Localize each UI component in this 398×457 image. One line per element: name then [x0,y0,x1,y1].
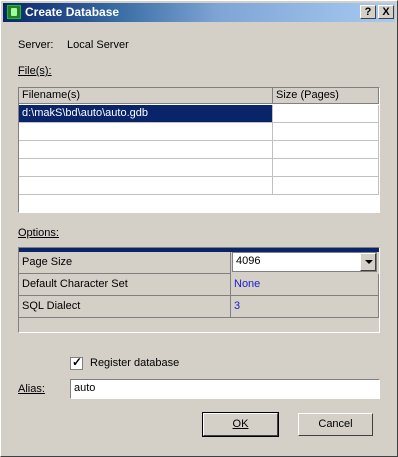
alias-input[interactable]: auto [70,379,380,399]
close-button[interactable]: X [378,5,394,19]
options-label: Options: [18,227,59,239]
files-grid[interactable]: Filename(s) Size (Pages) d:\makS\bd\auto… [18,87,380,213]
server-label: Server: [18,39,54,51]
register-checkbox[interactable] [70,355,83,370]
option-name-page-size: Page Size [19,252,231,274]
cancel-button[interactable]: Cancel [298,413,373,436]
file-row-size[interactable] [273,105,379,123]
alias-label: Alias: [18,383,45,395]
file-row-filename[interactable] [19,159,273,177]
file-row-filename[interactable]: d:\makS\bd\auto\auto.gdb [19,105,273,123]
option-value-dialect[interactable]: 3 [231,296,379,318]
app-icon [7,5,21,19]
file-row-size[interactable] [273,123,379,141]
file-row-size[interactable] [273,141,379,159]
file-row-filename[interactable] [19,123,273,141]
help-button[interactable]: ? [360,5,376,19]
option-value-charset[interactable]: None [231,274,379,296]
ok-button-label: OK [232,418,249,430]
col-filename-header[interactable]: Filename(s) [19,88,273,104]
register-label[interactable]: Register database [90,357,179,369]
ok-button[interactable]: OK [202,412,279,437]
create-database-dialog: Create Database ? X Server: Local Server… [0,0,398,457]
window-title: Create Database [25,5,120,19]
server-value: Local Server [67,39,129,51]
file-row-filename[interactable] [19,177,273,195]
options-grid[interactable]: Page Size 4096 Default Character Set Non… [18,247,380,333]
title-bar: Create Database ? X [3,3,395,22]
file-row-size[interactable] [273,177,379,195]
col-size-header[interactable]: Size (Pages) [273,88,379,104]
option-name-dialect: SQL Dialect [19,296,231,318]
file-row-size[interactable] [273,159,379,177]
page-size-value: 4096 [236,255,261,267]
cancel-button-label: Cancel [318,418,353,430]
files-label: File(s): [18,65,52,77]
option-name-charset: Default Character Set [19,274,231,296]
chevron-down-icon[interactable] [360,253,376,271]
file-row-filename[interactable] [19,141,273,159]
page-size-combobox[interactable]: 4096 [232,252,377,272]
